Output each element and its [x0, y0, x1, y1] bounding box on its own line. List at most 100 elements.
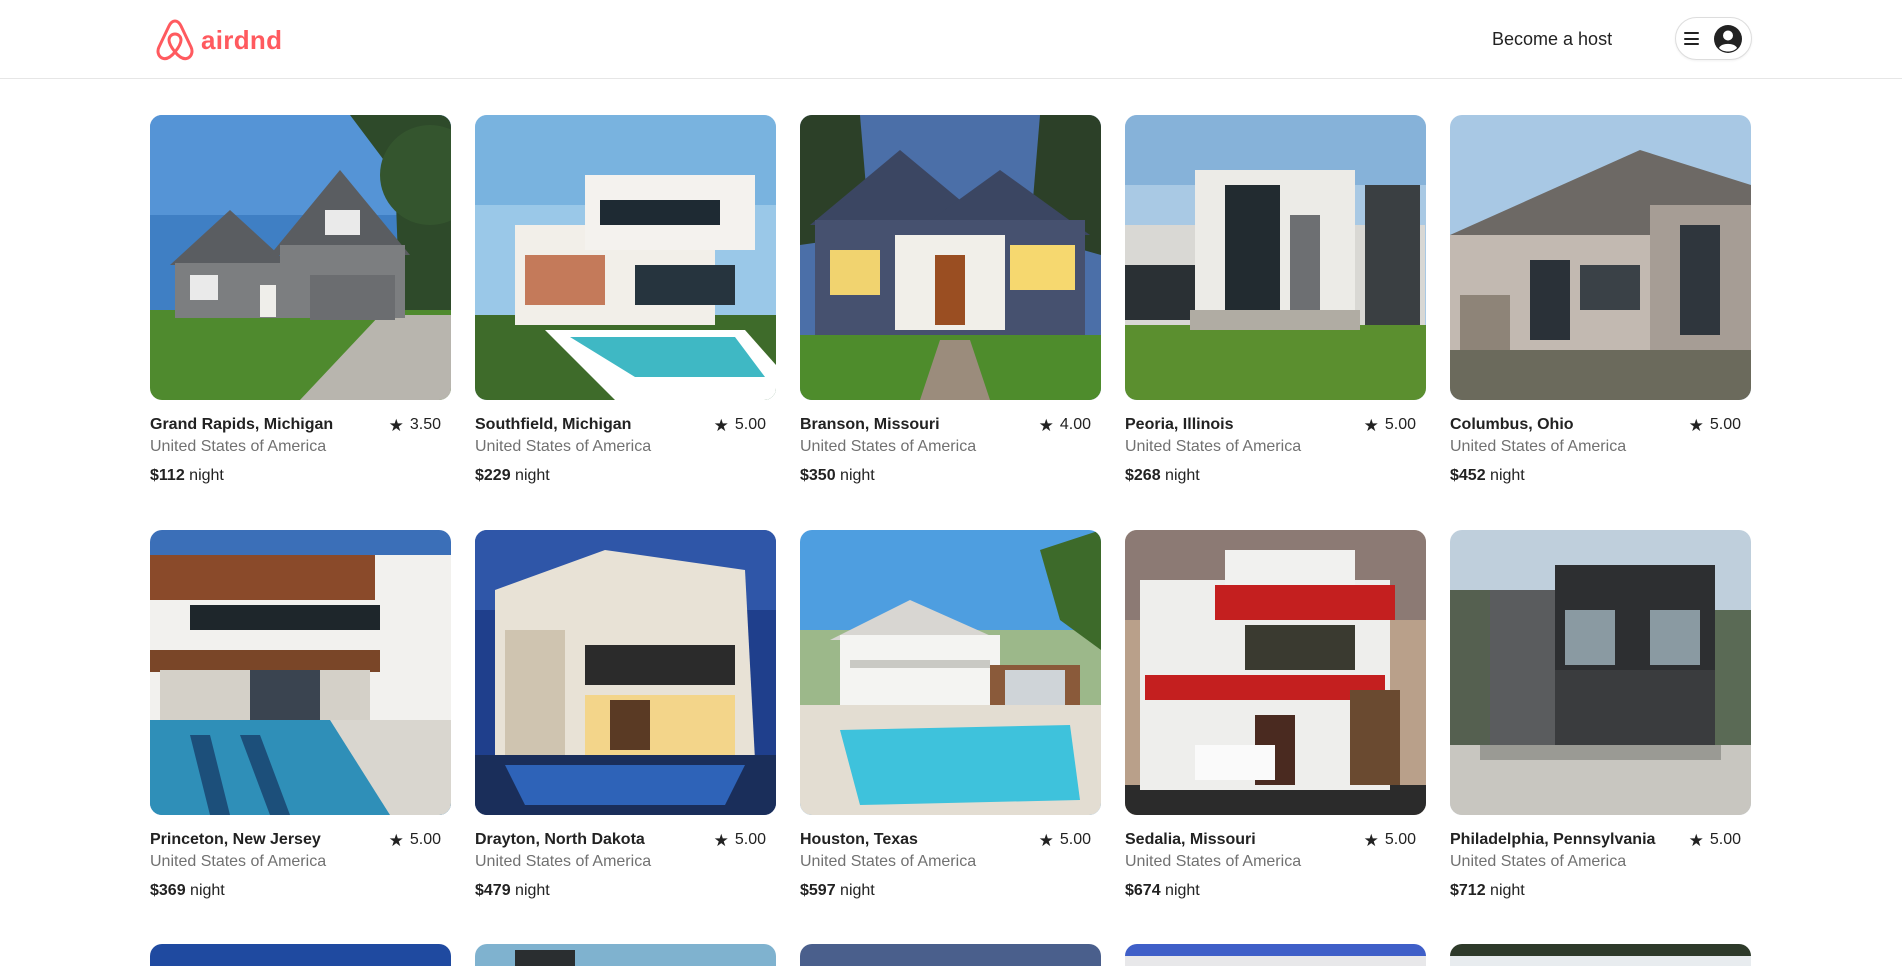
listing-location: Philadelphia, Pennsylvania — [1450, 831, 1656, 848]
listing-card[interactable]: Philadelphia, Pennsylvania ★ 5.00 United … — [1450, 530, 1751, 945]
user-circle-icon — [1713, 24, 1743, 54]
listing-price: $712 — [1450, 882, 1486, 899]
listing-photo[interactable] — [475, 530, 776, 815]
listings-grid-next-row — [150, 944, 1752, 966]
listing-country: United States of America — [1450, 438, 1627, 455]
listing-photo[interactable] — [475, 944, 776, 966]
listing-card[interactable]: Houston, Texas ★ 5.00 United States of Am… — [800, 530, 1101, 945]
rating-value: 3.50 — [409, 416, 441, 433]
listing-rating: ★ 5.00 — [389, 831, 451, 849]
rating-value: 5.00 — [734, 416, 766, 433]
listing-photo[interactable] — [1450, 944, 1751, 966]
listing-country: United States of America — [150, 853, 327, 870]
listing-price: $452 — [1450, 467, 1486, 484]
listing-photo[interactable] — [1450, 530, 1751, 815]
listing-rating: ★ 5.00 — [714, 416, 776, 434]
listing-photo[interactable] — [800, 530, 1101, 815]
listing-country: United States of America — [150, 438, 327, 455]
listing-rating: ★ 5.00 — [1039, 831, 1101, 849]
hamburger-icon — [1684, 32, 1699, 45]
star-icon: ★ — [1363, 830, 1379, 850]
price-unit: night — [840, 467, 875, 484]
listing-price: $479 — [475, 882, 511, 899]
price-unit: night — [190, 882, 225, 899]
listing-photo[interactable] — [800, 115, 1101, 400]
star-icon: ★ — [1038, 415, 1054, 435]
listing-location: Sedalia, Missouri — [1125, 831, 1256, 848]
listing-location: Branson, Missouri — [800, 416, 940, 433]
listing-location: Southfield, Michigan — [475, 416, 632, 433]
price-unit: night — [189, 467, 224, 484]
rating-value: 5.00 — [1059, 831, 1091, 848]
listing-card[interactable]: Drayton, North Dakota ★ 5.00 United State… — [475, 530, 776, 945]
listing-photo[interactable] — [1125, 944, 1426, 966]
rating-value: 5.00 — [1709, 416, 1741, 433]
listing-photo[interactable] — [150, 115, 451, 400]
price-unit: night — [1490, 882, 1525, 899]
listing-rating: ★ 5.00 — [1364, 416, 1426, 434]
listing-location: Drayton, North Dakota — [475, 831, 645, 848]
listing-location: Columbus, Ohio — [1450, 416, 1574, 433]
listing-price: $112 — [150, 467, 185, 484]
star-icon: ★ — [1688, 415, 1704, 435]
listing-price: $674 — [1125, 882, 1161, 899]
listing-price: $369 — [150, 882, 186, 899]
rating-value: 5.00 — [409, 831, 441, 848]
rating-value: 5.00 — [1384, 831, 1416, 848]
listing-country: United States of America — [1450, 853, 1627, 870]
listing-card[interactable]: Southfield, Michigan ★ 5.00 United States… — [475, 115, 776, 530]
listing-card[interactable]: Princeton, New Jersey ★ 5.00 United State… — [150, 530, 451, 945]
listing-photo[interactable] — [150, 944, 451, 966]
airdnd-logo[interactable]: airdnd — [155, 18, 282, 62]
listing-photo[interactable] — [800, 944, 1101, 966]
listing-card[interactable]: Grand Rapids, Michigan ★ 3.50 United Stat… — [150, 115, 451, 530]
listing-location: Grand Rapids, Michigan — [150, 416, 334, 433]
price-unit: night — [1165, 467, 1200, 484]
listing-photo[interactable] — [475, 115, 776, 400]
rating-value: 5.00 — [1709, 831, 1741, 848]
top-nav: airdnd Become a host — [0, 0, 1902, 79]
star-icon: ★ — [1363, 415, 1379, 435]
listing-country: United States of America — [475, 853, 652, 870]
listing-location: Peoria, Illinois — [1125, 416, 1234, 433]
star-icon: ★ — [713, 830, 729, 850]
listing-country: United States of America — [1125, 853, 1302, 870]
listing-card[interactable]: Columbus, Ohio ★ 5.00 United States of Am… — [1450, 115, 1751, 530]
listing-rating: ★ 5.00 — [714, 831, 776, 849]
listing-price: $229 — [475, 467, 511, 484]
listing-price-row: $229 night — [475, 465, 776, 487]
listing-price-row: $712 night — [1450, 880, 1751, 902]
star-icon: ★ — [388, 415, 404, 435]
listing-rating: ★ 3.50 — [389, 416, 451, 434]
price-unit: night — [1490, 467, 1525, 484]
listing-photo[interactable] — [1125, 115, 1426, 400]
listing-card[interactable]: Peoria, Illinois ★ 5.00 United States of … — [1125, 115, 1426, 530]
listing-price-row: $452 night — [1450, 465, 1751, 487]
price-unit: night — [1165, 882, 1200, 899]
listing-card[interactable]: Branson, Missouri ★ 4.00 United States of… — [800, 115, 1101, 530]
logo-text: airdnd — [201, 24, 283, 55]
listing-rating: ★ 5.00 — [1689, 831, 1751, 849]
listing-price: $268 — [1125, 467, 1161, 484]
rating-value: 4.00 — [1059, 416, 1091, 433]
listing-price-row: $674 night — [1125, 880, 1426, 902]
listing-country: United States of America — [475, 438, 652, 455]
listing-photo[interactable] — [1450, 115, 1751, 400]
star-icon: ★ — [388, 830, 404, 850]
listings-grid: Grand Rapids, Michigan ★ 3.50 United Stat… — [150, 115, 1752, 945]
user-menu-button[interactable] — [1675, 17, 1752, 60]
listing-photo[interactable] — [150, 530, 451, 815]
price-unit: night — [840, 882, 875, 899]
listing-card[interactable]: Sedalia, Missouri ★ 5.00 United States of… — [1125, 530, 1426, 945]
price-unit: night — [515, 467, 550, 484]
listing-country: United States of America — [800, 438, 977, 455]
listing-price-row: $369 night — [150, 880, 451, 902]
become-host-link[interactable]: Become a host — [1492, 26, 1612, 52]
listing-rating: ★ 4.00 — [1039, 416, 1101, 434]
rating-value: 5.00 — [1384, 416, 1416, 433]
listing-price: $597 — [800, 882, 836, 899]
listing-rating: ★ 5.00 — [1364, 831, 1426, 849]
listing-location: Princeton, New Jersey — [150, 831, 321, 848]
listing-price-row: $597 night — [800, 880, 1101, 902]
listing-photo[interactable] — [1125, 530, 1426, 815]
